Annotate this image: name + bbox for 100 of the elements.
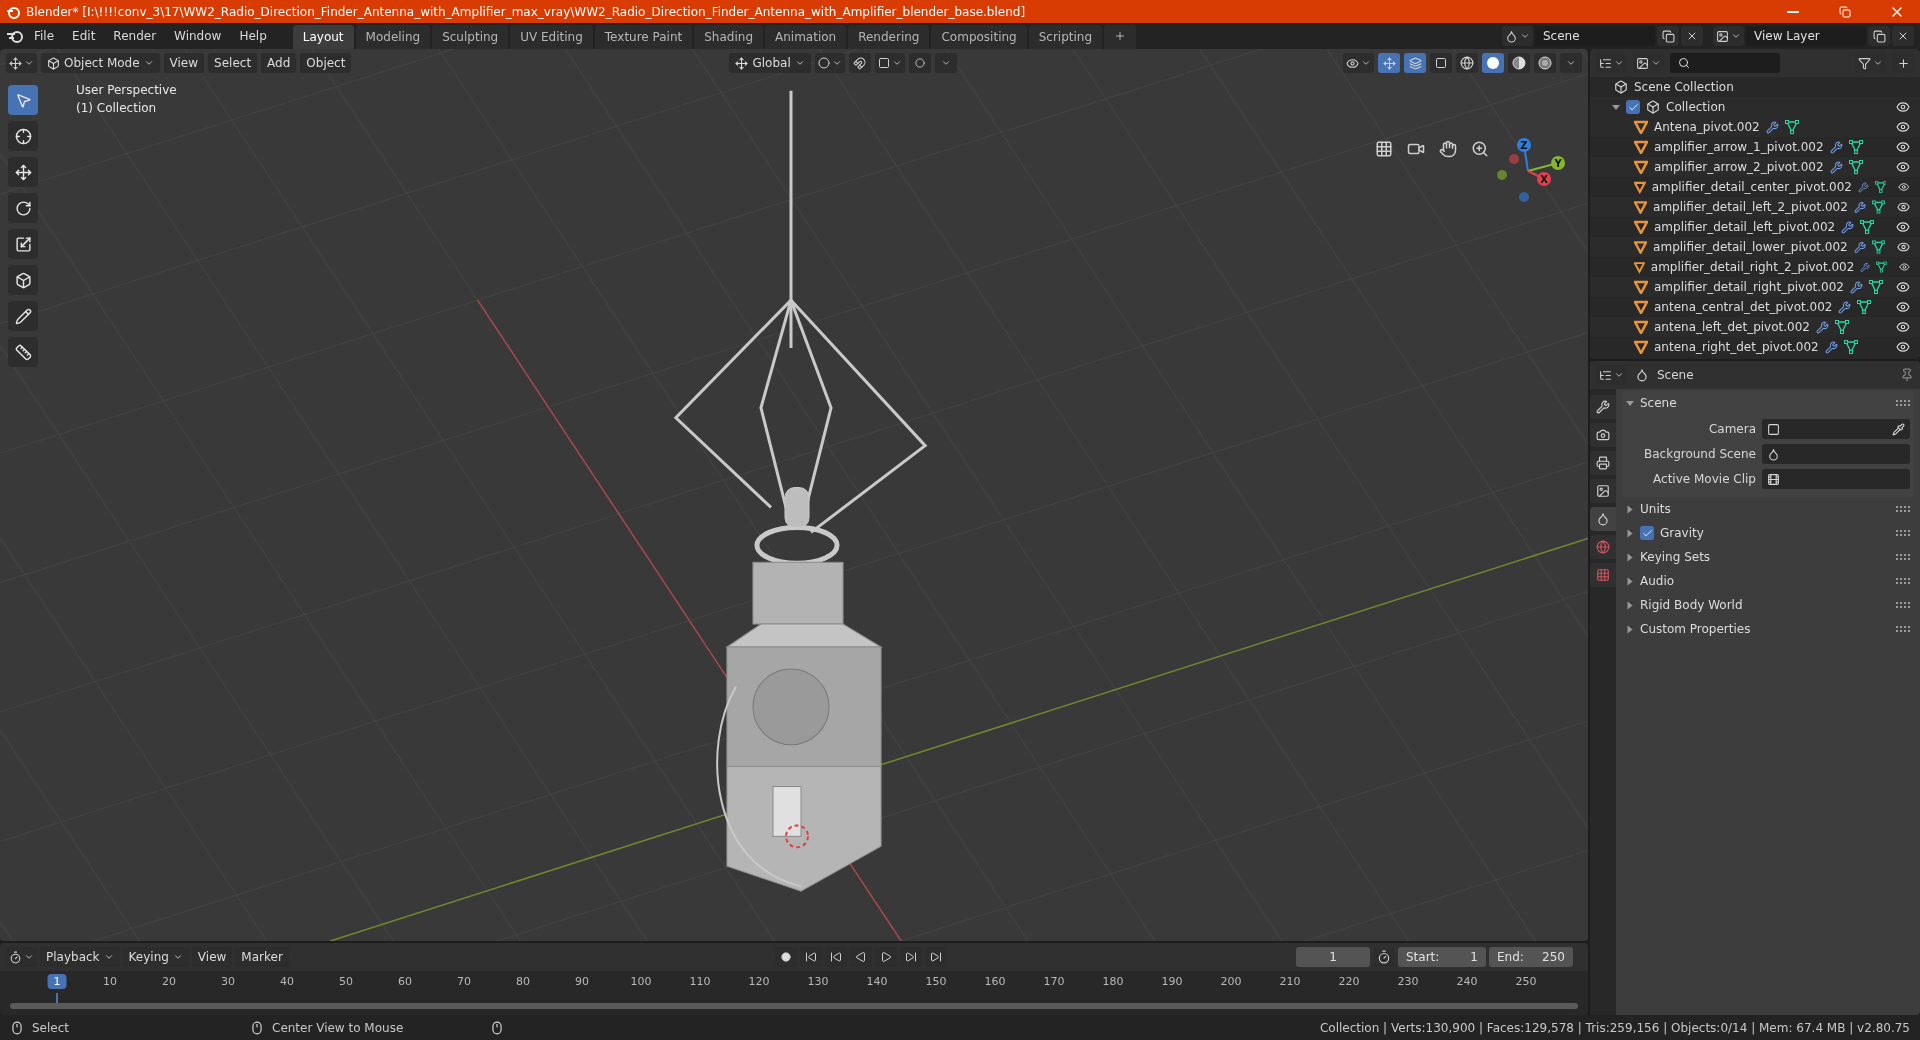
outliner-item[interactable]: Antena_pivot.002 [1654, 120, 1760, 134]
visibility-eye-icon[interactable] [1896, 220, 1910, 234]
outliner-item[interactable]: amplifier_arrow_2_pivot.002 [1654, 160, 1824, 174]
view-layer-field[interactable]: View Layer [1746, 26, 1866, 46]
panel-caret-icon[interactable] [1627, 625, 1633, 633]
delete-view-layer-button[interactable] [1892, 26, 1914, 46]
editor-type-button[interactable] [6, 53, 37, 73]
visibility-eye-icon[interactable] [1898, 180, 1910, 194]
workspace-tab[interactable]: Rendering [848, 25, 930, 49]
timeline-menu-item[interactable]: Keying [122, 947, 189, 967]
workspace-tab[interactable]: Scripting [1028, 25, 1103, 49]
visibility-eye-icon[interactable] [1896, 100, 1910, 114]
snap-button[interactable] [848, 53, 871, 73]
overlay-toggle-button[interactable] [1404, 53, 1426, 73]
outliner-item[interactable]: amplifier_detail_left_pivot.002 [1654, 220, 1836, 234]
visibility-eye-icon[interactable] [1899, 260, 1910, 274]
visibility-eye-icon[interactable] [1896, 140, 1910, 154]
view-layer-selector-button[interactable] [1713, 26, 1744, 46]
menu-item[interactable]: Edit [64, 26, 104, 46]
gizmo-toggle-button[interactable] [1378, 53, 1400, 73]
measure-tool-button[interactable] [8, 337, 38, 367]
eyedropper-icon[interactable] [1892, 422, 1905, 436]
drag-grip-icon[interactable] [1896, 530, 1910, 536]
clip-field[interactable] [1762, 469, 1910, 489]
visibility-eye-icon[interactable] [1896, 240, 1910, 254]
panel-caret-icon[interactable] [1626, 400, 1634, 406]
scene-properties-tab[interactable] [1590, 507, 1616, 531]
delete-scene-button[interactable] [1681, 26, 1703, 46]
outliner-item[interactable]: antena_central_det_pivot.002 [1654, 300, 1833, 314]
drag-grip-icon[interactable] [1896, 626, 1910, 632]
timeline-menu-item[interactable]: Playback [40, 947, 120, 967]
search-field[interactable] [1670, 53, 1780, 73]
visibility-button[interactable] [1343, 53, 1374, 73]
expand-toggle-icon[interactable] [1612, 104, 1620, 110]
shading-mode-button[interactable] [1482, 53, 1504, 73]
scene-selector-button[interactable] [1502, 26, 1533, 46]
pin-icon[interactable] [1900, 368, 1914, 382]
panel-caret-icon[interactable] [1627, 505, 1633, 513]
menu-item[interactable]: File [26, 26, 63, 46]
outliner-item[interactable]: Scene Collection [1634, 80, 1734, 94]
viewport-menu-item[interactable]: View [163, 53, 205, 73]
app-logo-icon[interactable] [6, 28, 24, 44]
workspace-tab[interactable]: Sculpting [432, 25, 509, 49]
scene-field[interactable] [1762, 444, 1910, 464]
timeline-menu-item[interactable]: View [191, 947, 233, 967]
mode-dropdown[interactable]: Object Mode [41, 53, 160, 73]
outliner-item[interactable]: antena_right_det_pivot.002 [1654, 340, 1819, 354]
orientation-dropdown[interactable]: Global [729, 53, 811, 73]
viewport-menu-item[interactable]: Object [300, 53, 352, 73]
timeline-menu-item[interactable]: Marker [235, 947, 289, 967]
panel-checkbox[interactable] [1640, 526, 1654, 540]
outliner-item[interactable]: amplifier_detail_lower_pivot.002 [1653, 240, 1848, 254]
camera-field[interactable] [1762, 419, 1910, 439]
texture-properties-tab[interactable] [1590, 563, 1616, 587]
visibility-eye-icon[interactable] [1896, 160, 1910, 174]
workspace-tab[interactable]: Shading [694, 25, 763, 49]
shading-mode-button[interactable] [1456, 53, 1478, 73]
start-frame-field[interactable]: Start: 1 [1398, 947, 1486, 967]
timeline-scrollbar[interactable] [10, 1003, 1578, 1009]
visibility-eye-icon[interactable] [1896, 280, 1910, 294]
drag-grip-icon[interactable] [1896, 506, 1910, 512]
panel-caret-icon[interactable] [1627, 577, 1633, 585]
outliner-item[interactable]: amplifier_detail_left_2_pivot.002 [1653, 200, 1848, 214]
workspace-tab[interactable]: Modeling [355, 25, 431, 49]
outliner-item[interactable]: Collection [1666, 100, 1726, 114]
panel-title[interactable]: Units [1640, 502, 1890, 516]
world-properties-tab[interactable] [1590, 535, 1616, 559]
shading-mode-button[interactable] [1508, 53, 1530, 73]
select-tool-button[interactable] [8, 85, 38, 115]
workspace-tab[interactable]: Texture Paint [594, 25, 693, 49]
snap-target-button[interactable] [874, 53, 905, 73]
outliner-item[interactable]: amplifier_detail_right_pivot.002 [1654, 280, 1844, 294]
transform-tool-button[interactable] [8, 265, 38, 295]
shading-mode-button[interactable] [1534, 53, 1556, 73]
move-tool-button[interactable] [8, 157, 38, 187]
annotate-tool-button[interactable] [8, 301, 38, 331]
add-workspace-button[interactable] [1104, 25, 1137, 49]
panel-title[interactable]: Custom Properties [1640, 622, 1890, 636]
tool-properties-tab[interactable] [1590, 395, 1616, 419]
drag-grip-icon[interactable] [1896, 578, 1910, 584]
viewport-menu-item[interactable]: Add [261, 53, 297, 73]
panel-title[interactable]: Keying Sets [1640, 550, 1890, 564]
view-layer-properties-tab[interactable] [1590, 479, 1616, 503]
rotate-tool-button[interactable] [8, 193, 38, 223]
xray-button[interactable] [1430, 53, 1452, 73]
panel-caret-icon[interactable] [1627, 529, 1633, 537]
new-view-layer-button[interactable] [1868, 26, 1890, 46]
visibility-eye-icon[interactable] [1896, 320, 1910, 334]
end-frame-field[interactable]: End: 250 [1489, 947, 1573, 967]
outliner-item[interactable]: amplifier_detail_center_pivot.002 [1651, 180, 1852, 194]
viewport-menu-item[interactable]: Select [208, 53, 258, 73]
menu-item[interactable]: Render [105, 26, 165, 46]
visibility-eye-icon[interactable] [1897, 200, 1910, 214]
output-properties-tab[interactable] [1590, 451, 1616, 475]
current-frame-field[interactable]: 1 [1296, 947, 1370, 967]
drag-grip-icon[interactable] [1896, 554, 1910, 560]
visibility-eye-icon[interactable] [1896, 120, 1910, 134]
visibility-eye-icon[interactable] [1896, 300, 1910, 314]
workspace-tab[interactable]: Layout [292, 25, 354, 49]
navigation-gizmo[interactable]: Z Y X [1494, 135, 1570, 215]
